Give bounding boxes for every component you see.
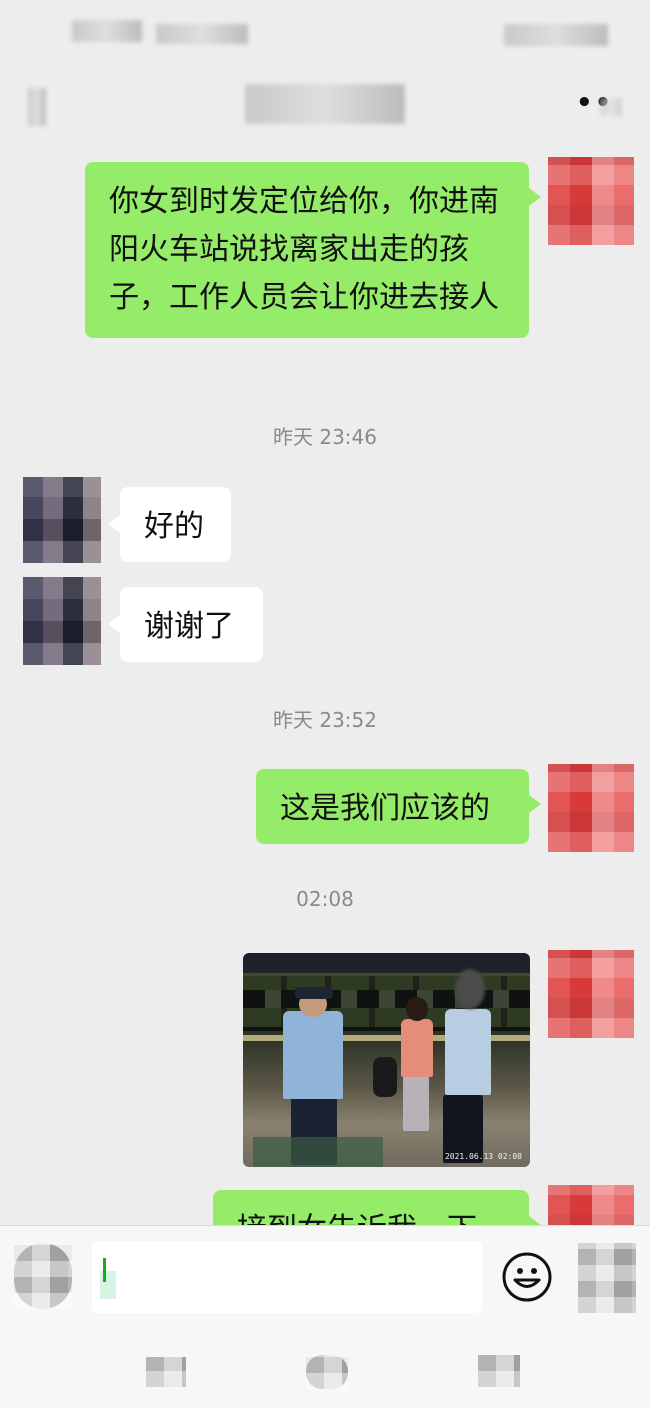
photo-floor-sign (253, 1137, 383, 1167)
status-bar (0, 0, 650, 64)
shared-photo[interactable]: 2021.06.13 02:08 (243, 953, 530, 1167)
message-text: 好的 (144, 509, 204, 544)
status-icons-blurred (156, 24, 248, 44)
message-input[interactable] (92, 1241, 482, 1313)
photo-officer-right (445, 1009, 491, 1095)
contact-message-bubble[interactable]: 谢谢了 (108, 587, 263, 662)
contact-avatar[interactable] (23, 477, 101, 563)
photo-officer-left (283, 1011, 343, 1099)
text-cursor (103, 1258, 106, 1282)
photo-timestamp: 2021.06.13 02:08 (444, 1152, 522, 1161)
contact-avatar[interactable] (23, 577, 101, 665)
my-message-bubble[interactable]: 你女到时发定位给你，你进南阳火车站说找离家出走的孩子，工作人员会让你进去接人 (85, 162, 541, 338)
smiley-emoji-icon[interactable] (501, 1251, 553, 1303)
nav-back-button[interactable] (478, 1355, 520, 1387)
photo-officer-right-head-blurred (455, 969, 485, 1009)
message-text: 你女到时发定位给你，你进南阳火车站说找离家出走的孩子，工作人员会让你进去接人 (109, 184, 499, 315)
system-nav-bar (0, 1321, 650, 1408)
chat-screen: •• 你女到时发定位给你，你进南阳火车站说找离家出走的孩子，工作人员会让你进去接… (0, 0, 650, 1408)
my-message-bubble[interactable]: 这是我们应该的 (256, 769, 541, 844)
contact-message-bubble[interactable]: 好的 (108, 487, 231, 562)
voice-icon[interactable] (14, 1243, 72, 1309)
chat-title-blurred (245, 84, 405, 124)
nav-home-button[interactable] (306, 1355, 348, 1389)
nav-menu-button[interactable] (146, 1357, 186, 1387)
back-icon[interactable] (28, 88, 46, 126)
photo-bag (373, 1057, 397, 1097)
my-avatar[interactable] (548, 950, 634, 1038)
status-time-blurred (72, 20, 142, 42)
photo-girl-head (406, 997, 428, 1021)
photo-girl-legs (403, 1073, 429, 1131)
plus-icon[interactable] (578, 1243, 636, 1313)
photo-officer-cap (295, 987, 333, 999)
message-text: 这是我们应该的 (280, 791, 490, 826)
chat-header (0, 64, 650, 150)
timestamp: 昨天 23:52 (273, 708, 377, 732)
more-dots-blur (600, 98, 622, 116)
timestamp: 昨天 23:46 (273, 425, 377, 449)
battery-signal-blurred (504, 24, 608, 46)
timestamp: 02:08 (296, 887, 354, 911)
photo-girl (401, 1019, 433, 1077)
my-avatar[interactable] (548, 157, 634, 245)
my-avatar[interactable] (548, 764, 634, 852)
message-text: 谢谢了 (144, 609, 234, 644)
